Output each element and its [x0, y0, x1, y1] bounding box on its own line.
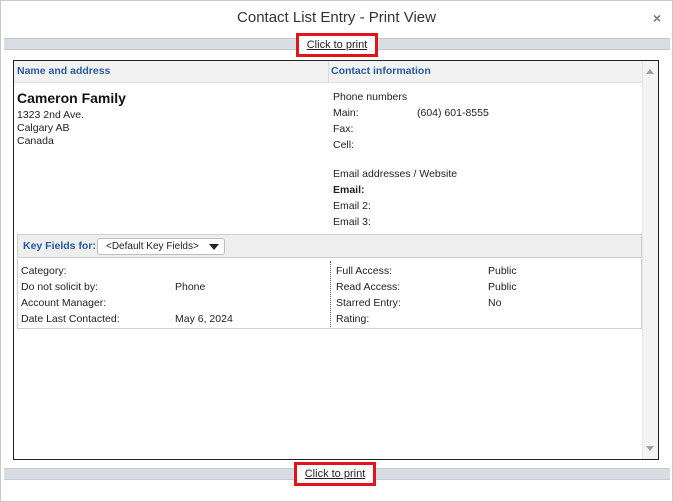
- field-full-access-label: Full Access:: [336, 265, 393, 277]
- dialog-title: Contact List Entry - Print View: [237, 9, 436, 26]
- scroll-up-icon[interactable]: [646, 69, 654, 74]
- phone-section-label: Phone numbers: [333, 91, 408, 103]
- phone-main-value: (604) 601-8555: [417, 107, 489, 119]
- key-fields-select[interactable]: <Default Key Fields>: [97, 238, 225, 255]
- header-divider: [328, 61, 329, 83]
- field-category-label: Category:: [21, 265, 67, 277]
- phone-cell-label: Cell:: [333, 139, 355, 151]
- field-read-access-label: Read Access:: [336, 281, 401, 293]
- field-last-contacted-label: Date Last Contacted:: [21, 313, 120, 325]
- key-fields-table: Category: Do not solicit by: Phone Accou…: [17, 259, 642, 329]
- name-address-header: Name and address: [17, 65, 111, 77]
- field-starred-label: Starred Entry:: [336, 297, 401, 309]
- field-rating-label: Rating:: [336, 313, 370, 325]
- address-line-1: 1323 2nd Ave.: [17, 109, 84, 121]
- address-line-2: Calgary AB: [17, 122, 70, 134]
- title-bar: Contact List Entry - Print View ×: [1, 1, 672, 36]
- field-read-access-value: Public: [488, 281, 517, 293]
- address-line-3: Canada: [17, 135, 54, 147]
- field-starred-value: No: [488, 297, 502, 309]
- key-fields-bar: Key Fields for: <Default Key Fields>: [17, 234, 642, 258]
- caret-down-icon: [209, 244, 219, 250]
- email-section-label: Email addresses / Website: [333, 168, 458, 180]
- field-manager-label: Account Manager:: [21, 297, 107, 309]
- section-header-row: Name and address Contact information: [14, 61, 642, 83]
- field-full-access-value: Public: [488, 265, 517, 277]
- print-view-dialog: Contact List Entry - Print View × Click …: [0, 0, 673, 502]
- print-button-bottom[interactable]: Click to print: [294, 462, 376, 486]
- field-solicit-label: Do not solicit by:: [21, 281, 99, 293]
- close-icon[interactable]: ×: [650, 11, 664, 25]
- email2-label: Email 2:: [333, 200, 371, 212]
- contact-name: Cameron Family: [17, 90, 126, 106]
- field-solicit-value: Phone: [175, 281, 206, 293]
- phone-fax-label: Fax:: [333, 123, 354, 135]
- contact-print-content: Name and address Contact information Cam…: [13, 60, 659, 460]
- print-button-top[interactable]: Click to print: [296, 33, 378, 57]
- email3-label: Email 3:: [333, 216, 371, 228]
- fields-divider: [330, 261, 331, 327]
- contact-info-header: Contact information: [331, 65, 431, 77]
- field-last-contacted-value: May 6, 2024: [175, 313, 233, 325]
- key-fields-selected: <Default Key Fields>: [106, 241, 199, 252]
- scroll-down-icon[interactable]: [646, 446, 654, 451]
- phone-main-label: Main:: [333, 107, 359, 119]
- email-label: Email:: [333, 184, 365, 196]
- content-scrollbar[interactable]: [642, 61, 658, 459]
- key-fields-label: Key Fields for:: [23, 240, 96, 252]
